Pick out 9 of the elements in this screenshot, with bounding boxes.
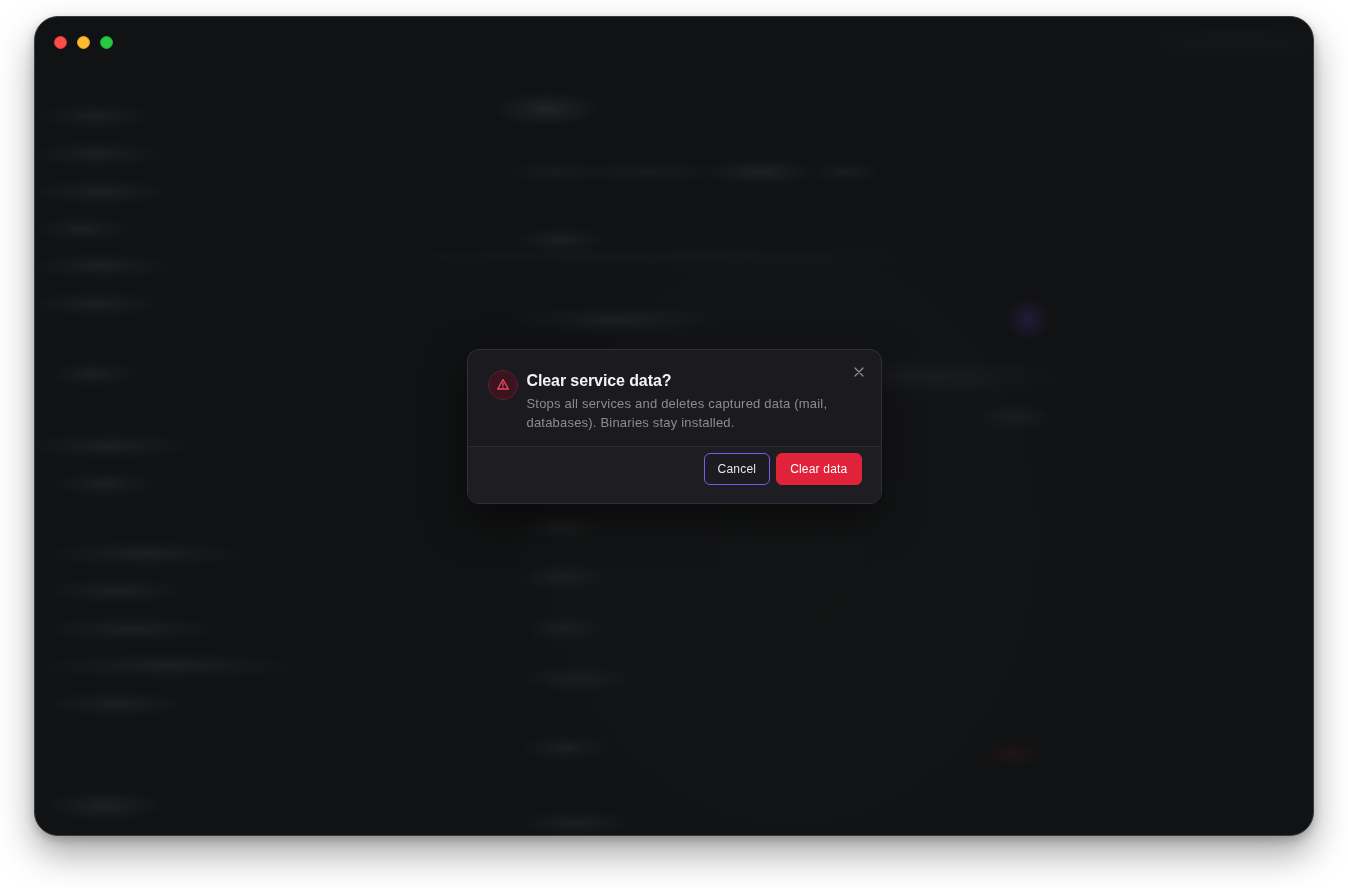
warning-icon — [487, 369, 518, 400]
dialog-message: Stops all services and deletes captured data (mail, databases). Binaries stay installed. — [526, 394, 829, 432]
window-minimize-button[interactable] — [77, 36, 90, 49]
cancel-button[interactable]: Cancel — [703, 452, 771, 485]
clear-data-button[interactable]: Clear data — [776, 452, 862, 485]
window-close-button[interactable] — [54, 36, 67, 49]
dialog-title: Clear service data? — [526, 370, 673, 391]
window-zoom-button[interactable] — [100, 36, 113, 49]
close-icon — [853, 366, 864, 377]
